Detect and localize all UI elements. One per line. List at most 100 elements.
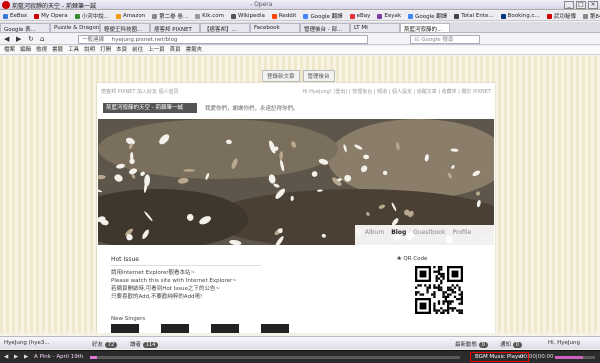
bookmark-label: eBay [356,13,371,19]
user-menu[interactable]: HyeJung (hye3... [4,340,50,346]
bookmark-label: Wikipedia [238,13,265,19]
bookmark-label: Kik.com [202,13,224,19]
browser-tab[interactable]: 輕便王科技圈... [100,23,150,32]
menu-bar: 檔案 編輯 檢視 書籤 工具 說明 打開 本頁 前往 上一頁 首頁 書籤夾 [0,46,600,55]
bookmark-item[interactable]: EeBox [0,11,31,20]
new-post-button[interactable]: 登錄新文章 [262,70,300,82]
play-icon[interactable]: ▶ [14,354,18,360]
bookmark-item[interactable]: Amazon [113,11,149,20]
hot-line: Please watch this site with Internet Exp… [111,278,237,284]
address-text: hyejung.pixnet.net/blog [111,37,178,43]
bookmark-favicon-icon [74,13,80,19]
browser-tab[interactable]: 荊藍河寂靜的... [400,23,450,32]
progress-bar[interactable] [90,356,460,359]
top-links[interactable]: 痞客邦 PIXNET 加入好友 個人首頁 [101,88,179,95]
menu-item[interactable]: 書籤 [52,46,63,54]
friends-count: 72 [104,342,118,348]
close-button[interactable]: × [588,1,598,9]
menu-item[interactable]: 打開 [100,46,111,54]
friends-link[interactable]: 好友 72 [92,340,118,348]
prev-icon[interactable]: ◀ [4,354,8,360]
readers-label: 讀者 [130,342,142,348]
bookmark-item[interactable]: Google 翻譯 [405,11,451,20]
bookmark-item[interactable]: Google 翻譯 [300,11,346,20]
browser-tab[interactable]: LT Mt [350,23,400,32]
minimize-button[interactable]: _ [564,1,574,9]
browser-tab[interactable]: 痞客邦 PIXNET [150,23,200,32]
menu-item[interactable]: 上一頁 [148,46,165,54]
bookmark-item[interactable]: My Opera [31,11,72,20]
blog-nav-album[interactable]: Album [365,229,384,245]
menu-item[interactable]: 本頁 [116,46,127,54]
hot-issue-section: Hot Issue 請用Internet Explorer觀看本站~ Pleas… [111,256,261,301]
bookmark-item[interactable]: 小河中說... [72,11,113,20]
bookmark-item[interactable]: Booking.c... [498,11,544,20]
bookmark-item[interactable]: 武功秘傳 [544,11,580,20]
bookmark-item[interactable]: Eeyak [374,11,405,20]
pixnet-toolbar: HyeJung (hye3... 好友 72 讀者 114 最新動態 0 通知 … [0,336,600,349]
bookmark-item[interactable]: eBay [347,11,375,20]
bookmark-label: Total Ente... [461,13,494,19]
home-icon[interactable]: ⌂ [40,35,44,43]
singer-thumbnail[interactable] [261,324,289,333]
next-icon[interactable]: ▶ [24,354,28,360]
bookmark-item[interactable]: Reddit [269,11,301,20]
browser-tab[interactable]: Google 表... [0,23,50,32]
bookmark-label: 第二巻 卷... [159,14,189,20]
menu-item[interactable]: 書籤夾 [186,46,203,54]
latest-link[interactable]: 最新動態 0 [455,340,488,348]
blog-nav-blog[interactable]: Blog [391,229,406,245]
browser-tab[interactable]: Facebook [250,23,300,32]
bookmark-favicon-icon [500,13,506,19]
singer-thumbnail[interactable] [111,324,139,333]
greeting[interactable]: Hi, HyeJung [548,340,580,346]
menu-item[interactable]: 工具 [68,46,79,54]
bookmark-item[interactable]: Total Ente... [451,11,497,20]
menu-item[interactable]: 前往 [132,46,143,54]
bookmark-favicon-icon [3,13,8,19]
address-bar[interactable]: 一般連線 hyejung.pixnet.net/blog [78,35,368,44]
window-controls: _ □ × [564,1,598,9]
menu-item[interactable]: 說明 [84,46,95,54]
friends-label: 好友 [92,342,104,348]
admin-button[interactable]: 管理後台 [302,70,335,82]
bookmark-item[interactable]: Wikipedia [228,11,269,20]
singer-thumbnail[interactable] [161,324,189,333]
window-title: 荊藍河寂靜的天空 - 荊棘筆一誠 [12,3,96,10]
notify-link[interactable]: 通知 0 [500,340,522,348]
volume-slider[interactable] [555,356,595,359]
bookmark-favicon-icon [546,13,552,19]
menu-item[interactable]: 首頁 [170,46,181,54]
browser-tab[interactable]: 【痞客邦】... [200,23,250,32]
back-icon[interactable]: ◀ [4,35,9,43]
forward-icon[interactable]: ▶ [16,35,21,43]
hot-line: 只要喜歡的Add,不要歡純粹的Add唷! [111,294,203,300]
connection-label: 一般連線 [82,37,105,43]
readers-link[interactable]: 讀者 114 [130,340,159,348]
singer-thumbnails [111,324,289,333]
blog-nav-guestbook[interactable]: Guestbook [413,229,445,245]
browser-tab[interactable]: 管理後台 - 部... [300,23,350,32]
maximize-button[interactable]: □ [576,1,586,9]
browser-tab[interactable]: Puzzle & Dragon... [50,23,100,32]
bookmark-item[interactable]: 第84章 魚... [580,11,600,20]
menu-item[interactable]: 檔案 [4,46,15,54]
menu-item[interactable]: 編輯 [20,46,31,54]
bookmarks-bar: EeBox My Opera 小河中說... Amazon 第二巻 卷... Kik.co… [0,11,600,21]
blog-nav-profile[interactable]: Profile [453,229,472,245]
user-links[interactable]: Hi Hyejung! (登出) | 管理後台 | 頻道 | 個人設定 | 追蹤… [302,88,491,95]
hot-issue-title: Hot Issue [111,256,261,266]
singer-thumbnail[interactable] [211,324,239,333]
bookmark-favicon-icon [115,13,121,19]
search-input[interactable]: 以 Google 搜尋 [410,35,480,44]
reload-icon[interactable]: ↻ [28,35,34,43]
blog-nav: Album Blog Guestbook Profile [355,225,495,245]
bookmark-item[interactable]: Kik.com [192,11,228,20]
notify-label: 通知 [500,342,512,348]
qr-label-text: QR Code [403,256,428,262]
bookmark-item[interactable]: 第二巻 卷... [149,11,192,20]
blog-title[interactable]: 荊藍河寂靜的天空 - 荊棘筆一誠 [103,103,197,113]
menu-item[interactable]: 檢視 [36,46,47,54]
page-viewport: 登錄新文章 管理後台 痞客邦 PIXNET 加入好友 個人首頁 Hi Hyeju… [0,56,600,333]
notify-count: 0 [512,342,522,348]
